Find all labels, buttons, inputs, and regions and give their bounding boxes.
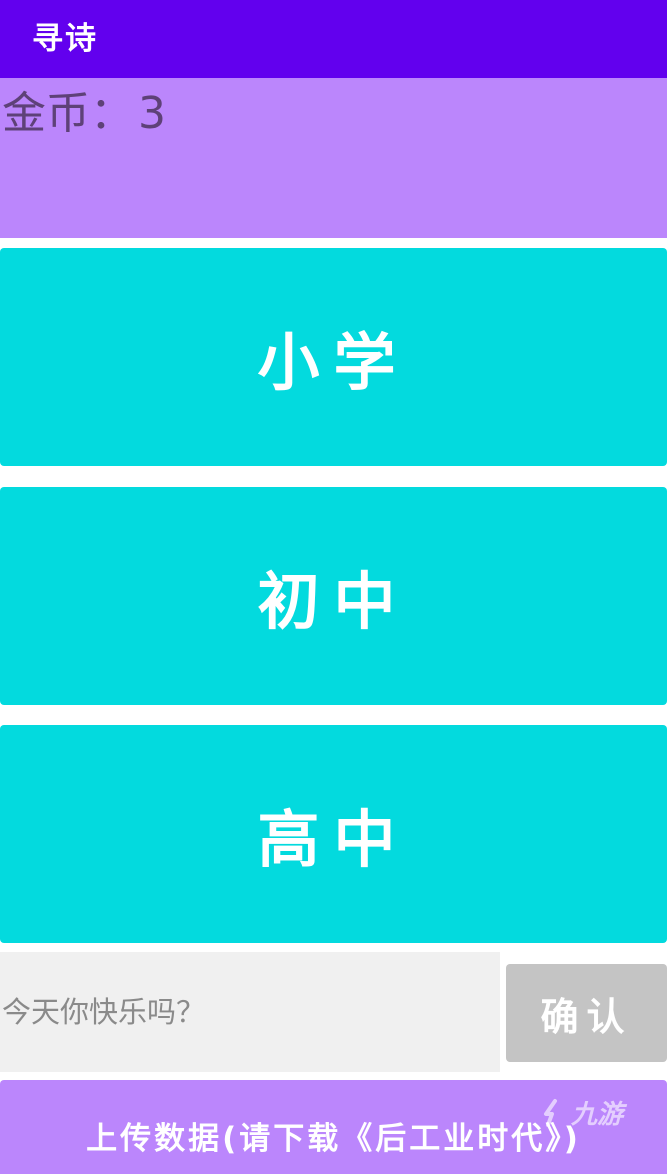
middle-school-button[interactable]: 初中 (0, 487, 667, 705)
primary-school-button[interactable]: 小学 (0, 248, 667, 466)
app-bar: 寻诗 (0, 0, 667, 78)
middle-school-label: 初中 (257, 565, 410, 638)
confirm-button[interactable]: 确认 (506, 964, 667, 1062)
app-title: 寻诗 (32, 20, 98, 57)
coin-panel: 金币： 3 (0, 78, 667, 238)
watermark-logo-icon (543, 1098, 557, 1127)
app-screen: 寻诗 金币： 3 小学 初中 高中 确认 上传数据(请下载《后工业时代》) 九游 (0, 0, 667, 1174)
confirm-label: 确认 (540, 994, 633, 1039)
high-school-label: 高中 (257, 803, 410, 876)
watermark: 九游 (537, 1094, 623, 1131)
coin-count: 3 (138, 88, 166, 139)
coin-label: 金币： (2, 88, 134, 139)
answer-input[interactable] (0, 952, 500, 1072)
primary-school-label: 小学 (257, 326, 410, 399)
upload-data-label: 上传数据(请下载《后工业时代》) (86, 1120, 581, 1157)
watermark-text: 九游 (570, 1100, 623, 1130)
coin-display: 金币： 3 (2, 88, 166, 140)
high-school-button[interactable]: 高中 (0, 725, 667, 943)
